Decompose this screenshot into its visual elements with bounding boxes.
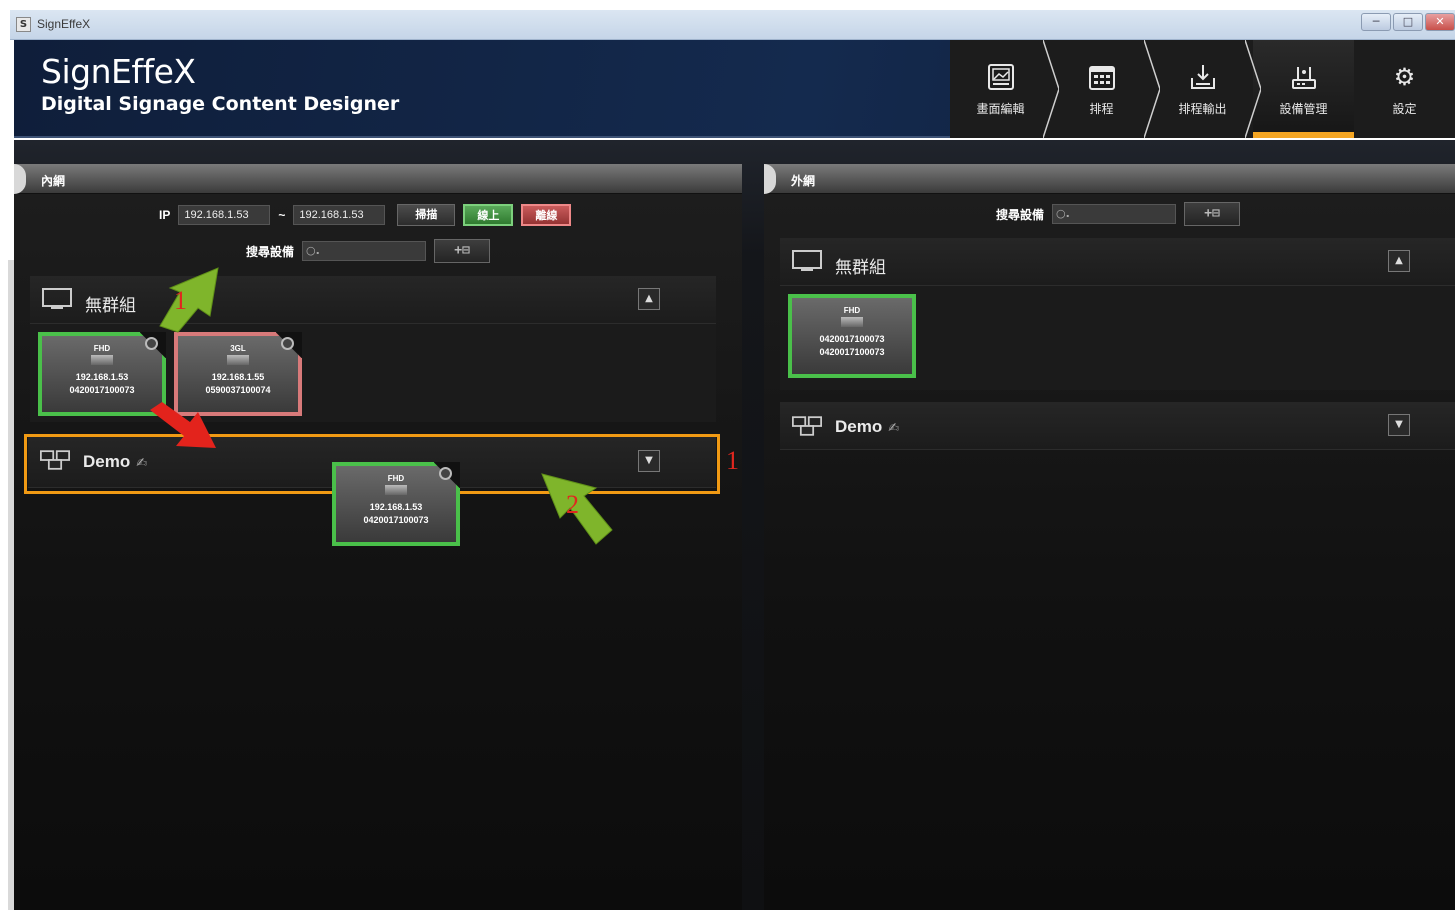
device-tile-online[interactable]: FHD 0420017100073 0420017100073 [788,294,916,378]
ungrouped-device-list: FHD 192.168.1.53 0420017100073 3GL 192.1… [30,324,716,422]
ungrouped-header[interactable]: 無群組 ▲ [780,238,1455,286]
minimize-button[interactable]: ─ [1361,13,1391,31]
device-chip-icon [841,317,863,327]
window-left-edge [8,260,14,910]
ungrouped-name: 無群組 [835,258,886,277]
ip-start-input[interactable] [178,205,271,225]
annotation-arrow-1 [159,267,219,333]
device-serial: 0590037100074 [205,385,271,395]
search-device-label: 搜尋設備 [246,244,295,259]
download-icon [1190,64,1215,89]
gear-icon: ⚙ [1393,62,1416,91]
close-button[interactable]: ✕ [1425,13,1455,31]
online-filter-button[interactable]: 線上 [463,204,514,226]
offline-filter-button[interactable]: 離線 [521,204,572,226]
remove-device-icon[interactable] [439,467,452,480]
device-chip-icon [385,485,407,495]
device-management-workarea: 內網 IP ~ 掃描 線上 離線 搜尋設備 ○. +⊟ 無 [14,140,1455,910]
remove-device-icon[interactable] [281,337,294,350]
ip-range-separator: ~ [278,208,286,222]
brand-tagline: Digital Signage Content Designer [41,93,400,115]
image-edit-icon [987,63,1014,90]
extranet-panel-header: 外網 [764,164,1455,194]
annotation-number-1: 1 [174,286,187,315]
brand-name: SignEffeX [41,52,196,91]
monitor-icon [792,250,822,271]
nav-schedule[interactable]: 排程 [1051,40,1160,138]
network-device-icon [1291,66,1316,89]
nav-label: 設備管理 [1279,101,1328,116]
annotation-number-2: 2 [566,490,579,519]
search-device-label: 搜尋設備 [996,207,1045,222]
nav-label: 排程 [1089,101,1114,116]
ungrouped-section: 無群組 ▲ FHD 0420017100073 0420017100073 [780,238,1455,390]
search-icon: ○. [1056,207,1070,220]
ip-scan-toolbar: IP ~ 掃描 線上 離線 [159,204,572,226]
device-search-toolbar: 搜尋設備 ○. +⊟ [996,202,1241,226]
device-serial: 0420017100073 [363,515,429,525]
device-search-input[interactable]: ○. [302,241,427,261]
device-search-toolbar: 搜尋設備 ○. +⊟ [246,239,491,263]
monitor-icon [42,288,72,309]
device-ip: 192.168.1.53 [369,502,423,512]
remove-device-icon[interactable] [145,337,158,350]
intranet-panel-header: 內網 [14,164,742,194]
nav-label: 排程輸出 [1178,101,1227,116]
nav-schedule-export[interactable]: 排程輸出 [1152,40,1261,138]
search-icon: ○. [306,244,320,257]
expand-toggle-button[interactable]: ▼ [1388,414,1410,436]
ungrouped-name: 無群組 [85,296,136,315]
nav-device-management[interactable]: 設備管理 [1253,40,1354,138]
demo-group-name: Demo ✍ [835,417,900,436]
device-resolution: FHD [843,306,861,315]
dragged-device-tile[interactable]: FHD 192.168.1.53 0420017100073 [332,462,460,546]
device-serial-secondary: 0420017100073 [819,347,885,357]
maximize-button[interactable]: □ [1393,13,1423,31]
demo-group-header[interactable]: Demo ✍ ▼ [780,402,1455,450]
intranet-panel: 內網 IP ~ 掃描 線上 離線 搜尋設備 ○. +⊟ 無 [14,164,742,910]
group-icon [792,416,822,436]
device-search-input[interactable]: ○. [1052,204,1177,224]
ip-end-input[interactable] [293,205,386,225]
demo-group-section: Demo ✍ ▼ [780,402,1455,450]
main-nav: 畫面編輯 排程 排程輸出 設備管理 ⚙ 設定 [950,40,1455,138]
ungrouped-device-list: FHD 0420017100073 0420017100073 [780,286,1455,390]
device-serial: 0420017100073 [69,385,135,395]
scan-button[interactable]: 掃描 [397,204,456,226]
brand: SignEffeX Digital Signage Content Design… [41,52,399,115]
nav-settings[interactable]: ⚙ 設定 [1354,40,1455,138]
window-title: SignEffeX [37,17,91,31]
window-titlebar: S SignEffeX ─ □ ✕ [10,10,1455,40]
calendar-icon [1088,65,1115,90]
device-ip: 192.168.1.55 [211,372,265,382]
ip-label: IP [159,208,171,222]
add-group-button[interactable]: +⊟ [1184,202,1241,226]
ungrouped-header[interactable]: 無群組 ▲ [30,276,716,324]
extranet-panel-title: 外網 [791,174,816,188]
rename-edit-icon[interactable]: ✍ [888,421,899,436]
device-chip-icon [227,355,249,365]
extranet-panel: 外網 搜尋設備 ○. +⊟ 無群組 ▲ FHD 0420017100073 04… [764,164,1455,910]
device-ip: 192.168.1.53 [75,372,129,382]
nav-screen-edit[interactable]: 畫面編輯 [950,40,1059,138]
annotation-arrow-red [150,402,216,448]
annotation-outline-number-1: 1 [726,446,739,475]
device-serial: 0420017100073 [819,334,885,344]
nav-label: 設定 [1392,101,1417,116]
ungrouped-section: 無群組 ▲ FHD 192.168.1.53 0420017100073 3GL… [30,276,716,422]
device-chip-icon [91,355,113,365]
collapse-toggle-button[interactable]: ▲ [1388,250,1410,272]
add-group-button[interactable]: +⊟ [434,239,491,263]
app-icon: S [16,17,31,32]
collapse-toggle-button[interactable]: ▲ [638,288,660,310]
app-header: SignEffeX Digital Signage Content Design… [14,40,1455,138]
intranet-panel-title: 內網 [41,174,66,188]
nav-label: 畫面編輯 [976,101,1025,116]
